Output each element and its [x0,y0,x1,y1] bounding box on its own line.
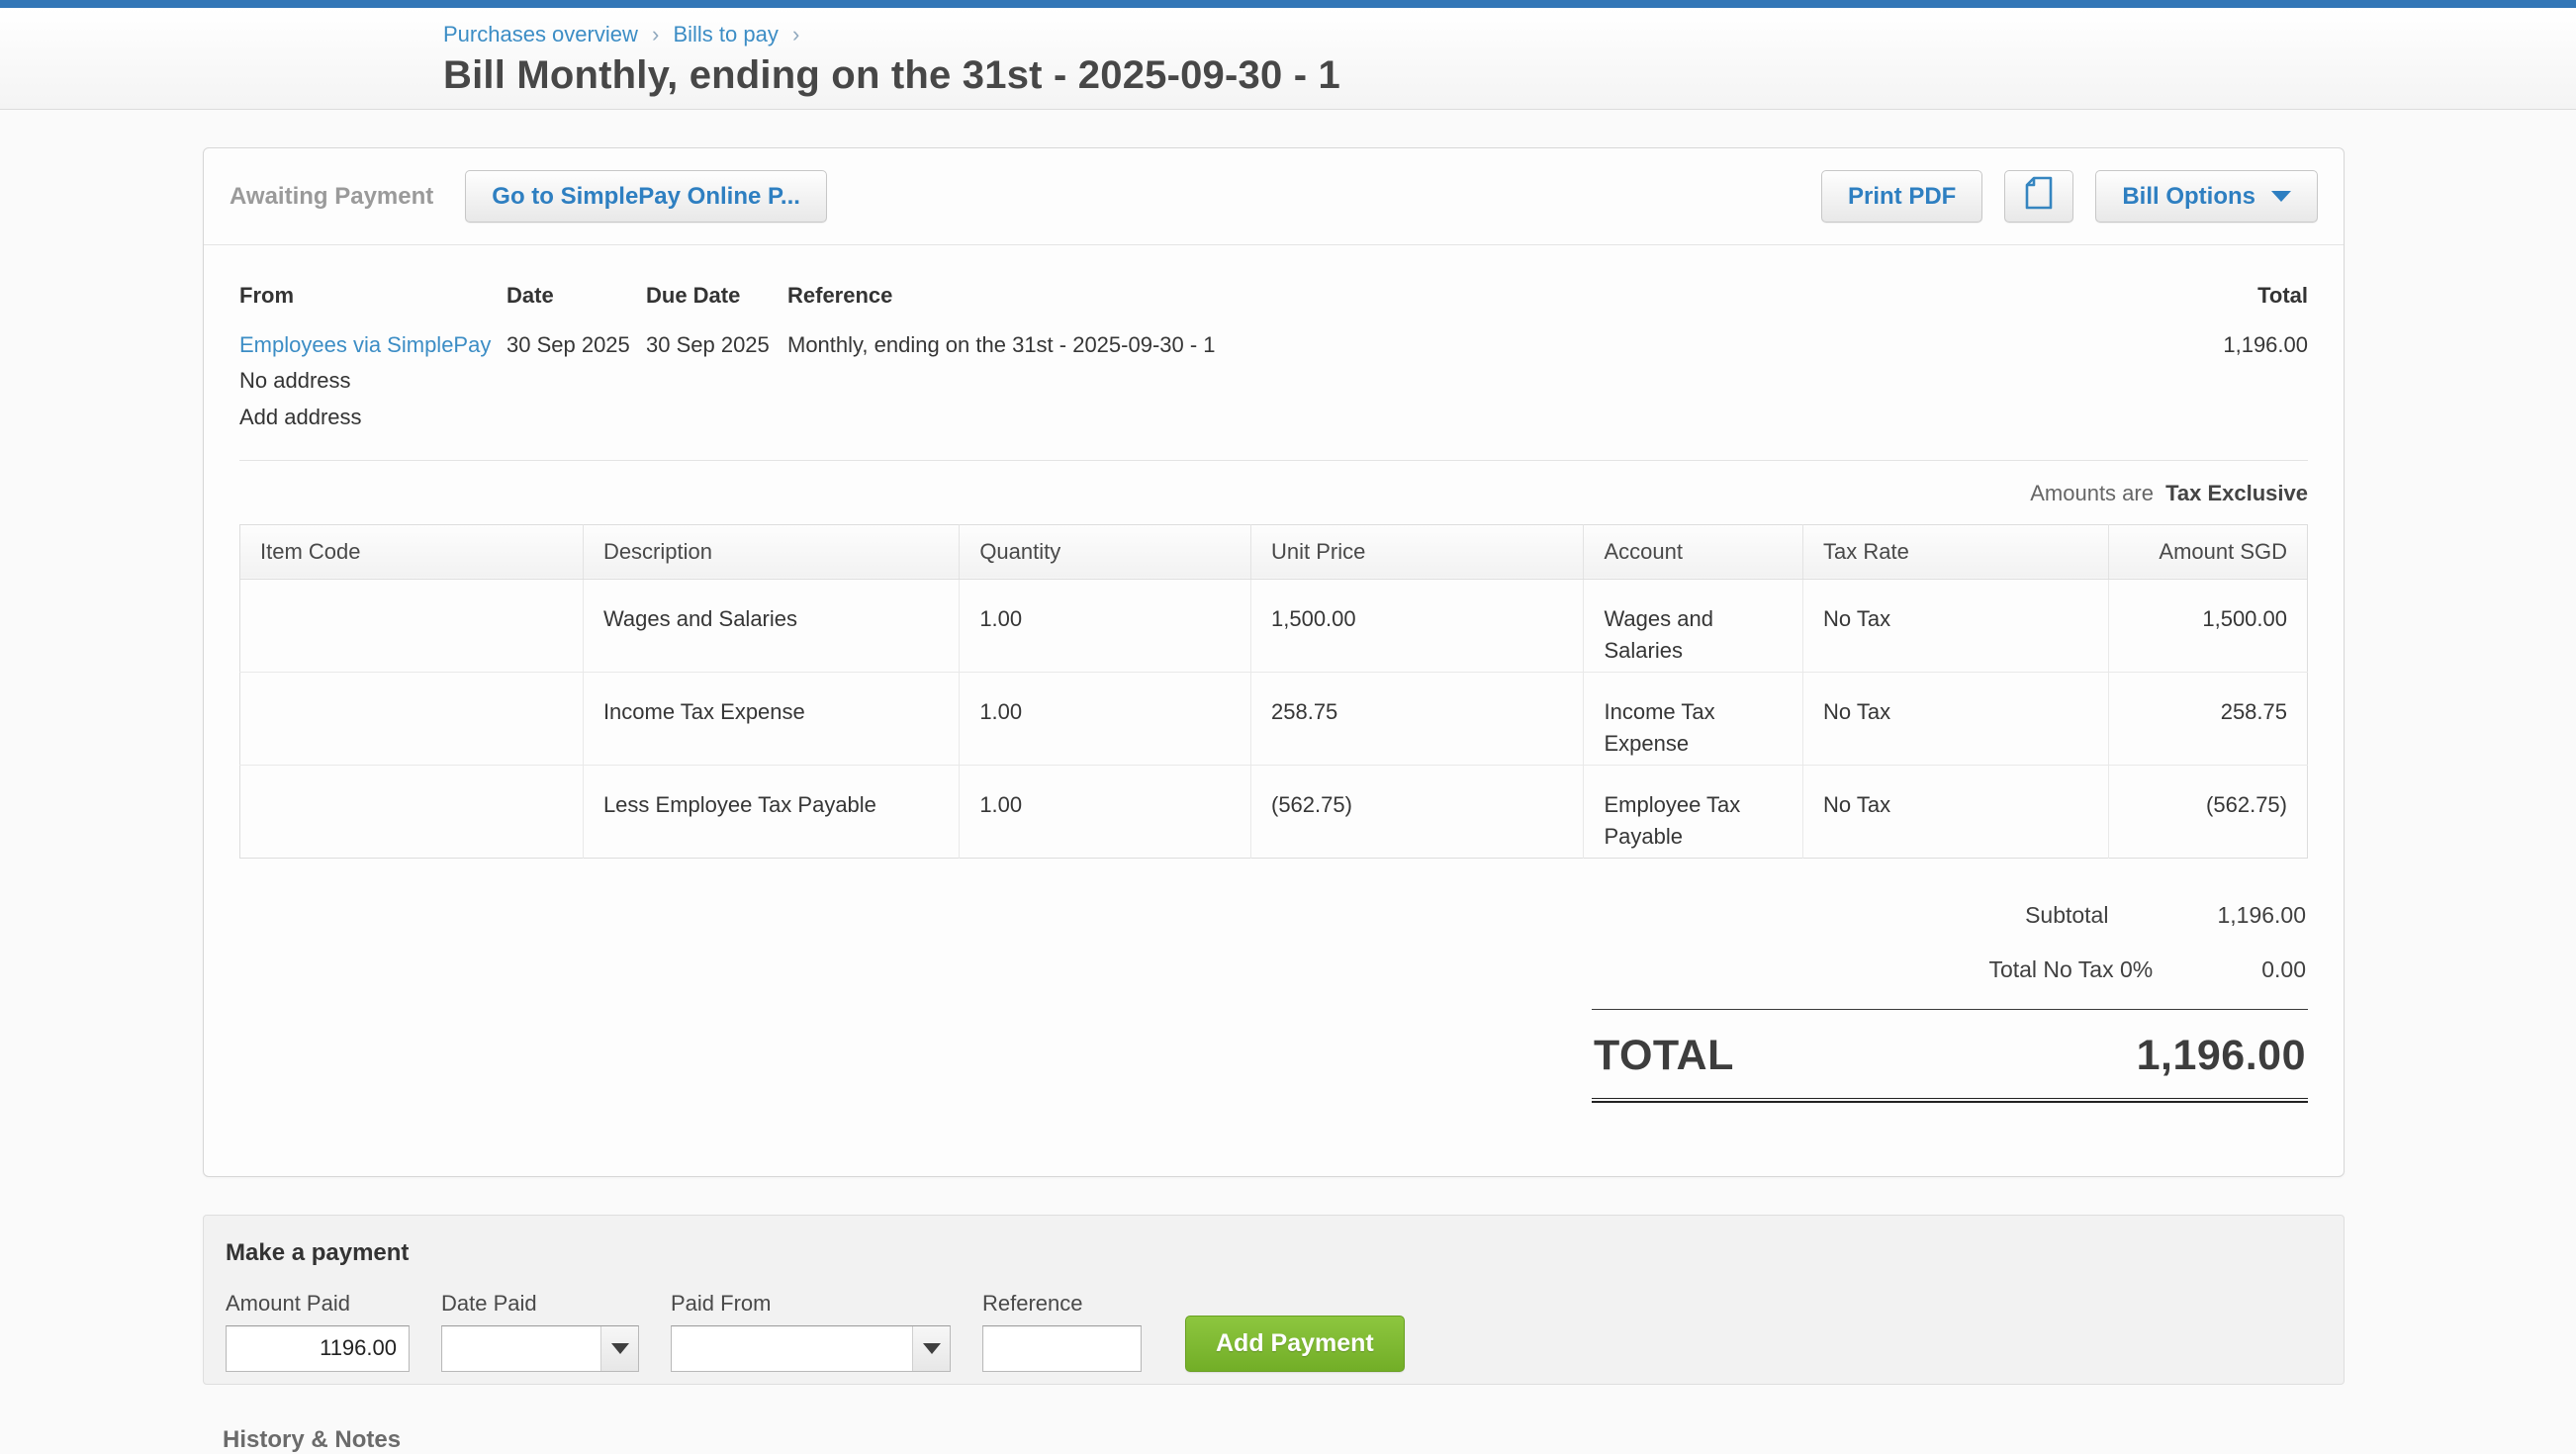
make-payment-panel: Make a payment Amount Paid Date Paid Pai… [203,1215,2345,1385]
reference-value: Monthly, ending on the 31st - 2025-09-30… [787,330,2110,360]
cell-unit-price: 258.75 [1251,672,1584,765]
bill-body: From Employees via SimplePay No address … [204,245,2344,1176]
copy-document-button[interactable] [2004,170,2073,223]
bill-options-label: Bill Options [2122,183,2255,211]
meta-divider [239,460,2308,461]
col-unit-price: Unit Price [1251,524,1584,579]
chevron-down-icon [2271,191,2291,202]
due-date-label: Due Date [646,281,787,311]
document-icon [2023,175,2055,218]
cell-unit-price: 1,500.00 [1251,579,1584,672]
tax-mode-note: Amounts are Tax Exclusive [239,481,2308,506]
page-title: Bill Monthly, ending on the 31st - 2025-… [443,53,2576,98]
cell-account: Employee Tax Payable [1584,765,1803,858]
cell-quantity: 1.00 [960,579,1251,672]
table-row: Income Tax Expense 1.00 258.75 Income Ta… [240,672,2308,765]
cell-amount: 258.75 [2109,672,2308,765]
cell-tax-rate: No Tax [1803,579,2109,672]
cell-quantity: 1.00 [960,765,1251,858]
bill-options-button[interactable]: Bill Options [2095,170,2318,223]
col-description: Description [583,524,959,579]
breadcrumb-separator: › [792,22,799,46]
subtotal-value: 1,196.00 [2217,902,2306,929]
paid-from-select[interactable] [671,1325,951,1372]
date-label: Date [506,281,646,311]
cell-tax-rate: No Tax [1803,765,2109,858]
col-tax-rate: Tax Rate [1803,524,2109,579]
cell-account: Wages and Salaries [1584,579,1803,672]
print-pdf-button[interactable]: Print PDF [1821,170,1982,223]
date-value: 30 Sep 2025 [506,330,646,360]
breadcrumb: Purchases overview › Bills to pay › [443,22,2576,47]
bill-meta: From Employees via SimplePay No address … [239,281,2308,432]
due-date-value: 30 Sep 2025 [646,330,787,360]
cell-description: Less Employee Tax Payable [583,765,959,858]
chevron-down-icon [923,1343,941,1354]
no-tax-value: 0.00 [2261,956,2306,983]
go-to-simplepay-button[interactable]: Go to SimplePay Online P... [465,170,827,223]
cell-item-code [240,579,584,672]
payment-form: Amount Paid Date Paid Paid From Referenc… [226,1291,2316,1372]
payment-reference-label: Reference [982,1291,1142,1317]
make-payment-heading: Make a payment [226,1239,2316,1267]
breadcrumb-bills-to-pay[interactable]: Bills to pay [673,22,778,46]
breadcrumb-separator: › [652,22,659,46]
col-account: Account [1584,524,1803,579]
history-notes-heading: History & Notes [223,1426,2345,1454]
col-item-code: Item Code [240,524,584,579]
tax-exclusive-text: Tax Exclusive [2165,481,2308,505]
date-paid-select[interactable] [441,1325,639,1372]
grand-total-value: 1,196.00 [2137,1032,2306,1080]
grand-total-label: TOTAL [1594,1032,1734,1080]
page-header: Purchases overview › Bills to pay › Bill… [0,8,2576,110]
no-address-text: No address [239,366,506,396]
main-content: Awaiting Payment Go to SimplePay Online … [203,147,2345,1454]
table-row: Wages and Salaries 1.00 1,500.00 Wages a… [240,579,2308,672]
cell-tax-rate: No Tax [1803,672,2109,765]
date-paid-label: Date Paid [441,1291,639,1317]
bill-card: Awaiting Payment Go to SimplePay Online … [203,147,2345,1177]
cell-description: Income Tax Expense [583,672,959,765]
contact-link[interactable]: Employees via SimplePay [239,330,491,360]
total-column-label: Total [2110,281,2308,311]
paid-from-value [672,1326,912,1371]
col-amount-sgd: Amount SGD [2109,524,2308,579]
table-header-row: Item Code Description Quantity Unit Pric… [240,524,2308,579]
cell-quantity: 1.00 [960,672,1251,765]
cell-description: Wages and Salaries [583,579,959,672]
add-payment-button[interactable]: Add Payment [1185,1316,1405,1372]
cell-account: Income Tax Expense [1584,672,1803,765]
cell-unit-price: (562.75) [1251,765,1584,858]
cell-item-code [240,765,584,858]
breadcrumb-purchases-overview[interactable]: Purchases overview [443,22,638,46]
subtotal-label: Subtotal [2025,902,2108,929]
col-quantity: Quantity [960,524,1251,579]
status-badge: Awaiting Payment [230,183,433,211]
table-row: Less Employee Tax Payable 1.00 (562.75) … [240,765,2308,858]
totals-block: Subtotal 1,196.00 Total No Tax 0% 0.00 T… [1592,888,2308,1103]
line-items-table: Item Code Description Quantity Unit Pric… [239,524,2308,859]
bill-toolbar: Awaiting Payment Go to SimplePay Online … [204,148,2344,245]
amount-paid-input[interactable] [226,1325,410,1372]
reference-label: Reference [787,281,2110,311]
chevron-down-icon [611,1343,629,1354]
cell-item-code [240,672,584,765]
cell-amount: (562.75) [2109,765,2308,858]
top-accent-bar [0,0,2576,8]
add-address-link[interactable]: Add address [239,403,362,432]
total-column-value: 1,196.00 [2110,330,2308,360]
date-paid-value [442,1326,600,1371]
from-label: From [239,281,506,311]
payment-reference-input[interactable] [982,1325,1142,1372]
totals-double-rule [1592,1098,2308,1103]
no-tax-label: Total No Tax 0% [1988,956,2153,983]
cell-amount: 1,500.00 [2109,579,2308,672]
amounts-are-text: Amounts are [2030,481,2154,505]
amount-paid-label: Amount Paid [226,1291,410,1317]
paid-from-label: Paid From [671,1291,951,1317]
